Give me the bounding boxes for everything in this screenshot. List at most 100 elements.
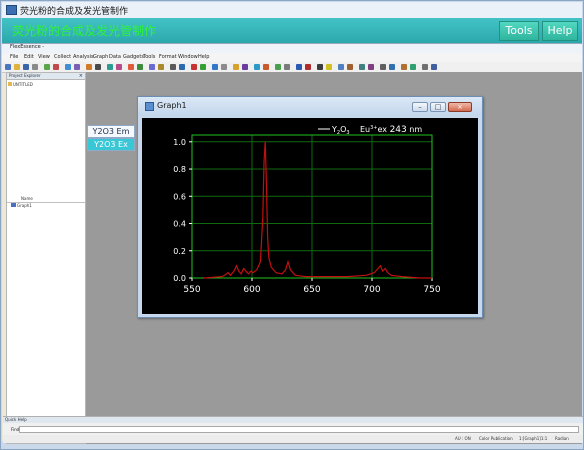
report-icon[interactable] (401, 64, 407, 70)
menu-tools[interactable]: Tools (143, 54, 155, 60)
maximize-icon[interactable]: □ (430, 102, 446, 112)
y2o3-em-button[interactable]: Y2O3 Em (87, 125, 135, 138)
y-tick-label-1: 0.2 (173, 247, 186, 256)
status-angle: Radian (555, 436, 569, 441)
series-line-0 (203, 141, 432, 279)
help-button[interactable]: Help (542, 21, 578, 41)
export-icon[interactable] (53, 64, 59, 70)
list-header-name[interactable]: Name (21, 196, 33, 201)
import-icon[interactable] (44, 64, 50, 70)
color-icon[interactable] (191, 64, 197, 70)
explorer-root-folder[interactable]: UNTITLED (13, 82, 33, 87)
data-reader-icon[interactable] (107, 64, 113, 70)
line-tool-icon[interactable] (149, 64, 155, 70)
menu-edit[interactable]: Edit (24, 54, 34, 60)
menu-analysis[interactable]: Analysis (73, 54, 94, 60)
x-tick-label-4: 750 (423, 285, 440, 295)
fill-icon[interactable] (200, 64, 206, 70)
x-tick-label-3: 700 (363, 285, 380, 295)
highlight-icon[interactable] (326, 64, 332, 70)
menu-graph[interactable]: Graph (93, 54, 108, 60)
arrow-tool-icon[interactable] (158, 64, 164, 70)
open-icon[interactable] (14, 64, 20, 70)
top-banner: 荧光粉的合成及发光管制作 Tools Help (2, 18, 582, 43)
status-bar: AU : ON Color Publication 1:[Graph1]1:1 … (3, 435, 583, 443)
y-tick-label-5: 1.0 (173, 138, 186, 147)
menu-data[interactable]: Data (109, 54, 121, 60)
group-icon[interactable] (233, 64, 239, 70)
baseline-icon[interactable] (359, 64, 365, 70)
legend-series: Y2O3 (331, 125, 350, 136)
pointer-icon[interactable] (317, 64, 323, 70)
zoom-icon[interactable] (95, 64, 101, 70)
peak-icon[interactable] (347, 64, 353, 70)
quick-help-header: Quick Help (3, 417, 583, 423)
y2o3-ex-button[interactable]: Y2O3 Ex (87, 138, 135, 151)
outer-window-title: 荧光粉的合成及发光管制作 (20, 7, 129, 17)
menu-window[interactable]: Window (178, 54, 198, 60)
explorer-title: Project Explorer (9, 73, 41, 78)
find-field[interactable] (19, 426, 579, 433)
folder-icon (8, 82, 12, 86)
explorer-header: Project Explorer × (7, 73, 85, 80)
y-tick-label-0: 0.0 (173, 274, 186, 283)
quick-help-panel: Quick Help Find: AU : ON Color Publicati… (3, 416, 583, 443)
smooth-icon[interactable] (368, 64, 374, 70)
y-tick-label-3: 0.6 (173, 192, 186, 201)
graph-window: Graph1 – □ × 550 600 650 700 750 0.0 0.2 0.4 0.6… (137, 96, 483, 318)
graph-canvas[interactable]: 550 600 650 700 750 0.0 0.2 0.4 0.6 0.8 1.0 Y2O3 E… (142, 118, 478, 314)
x-tick-label-1: 600 (243, 285, 260, 295)
menubar: File Edit View Collect Analysis Graph Da… (2, 53, 582, 62)
legend-icon[interactable] (263, 64, 269, 70)
save-icon[interactable] (23, 64, 29, 70)
fit-icon[interactable] (338, 64, 344, 70)
menu-view[interactable]: View (38, 54, 50, 60)
refresh-icon[interactable] (86, 64, 92, 70)
outer-window: 荧光粉的合成及发光管制作 荧光粉的合成及发光管制作 Tools Help Fle… (0, 0, 584, 450)
menu-gadgets[interactable]: Gadgets (123, 54, 144, 60)
menu-collect[interactable]: Collect (54, 54, 71, 60)
axis-icon[interactable] (275, 64, 281, 70)
tools-button[interactable]: Tools (499, 21, 539, 41)
close-window-icon[interactable]: × (448, 102, 472, 112)
ungroup-icon[interactable] (242, 64, 248, 70)
new-icon[interactable] (5, 64, 11, 70)
screen-reader-icon[interactable] (296, 64, 302, 70)
y-tick-label-2: 0.4 (173, 220, 186, 229)
window-icon[interactable] (431, 64, 437, 70)
pan-icon[interactable] (284, 64, 290, 70)
list-item-graph1[interactable]: Graph1 (17, 203, 32, 208)
script-icon[interactable] (410, 64, 416, 70)
text-tool-icon[interactable] (137, 64, 143, 70)
app-icon (6, 5, 17, 15)
ellipse-tool-icon[interactable] (179, 64, 185, 70)
status-color: Color Publication (479, 436, 513, 441)
rect-tool-icon[interactable] (170, 64, 176, 70)
x-tick-label-0: 550 (183, 285, 200, 295)
print-icon[interactable] (32, 64, 38, 70)
menu-format[interactable]: Format (159, 54, 177, 60)
outer-titlebar: 荧光粉的合成及发光管制作 (2, 2, 582, 18)
rescale-icon[interactable] (254, 64, 260, 70)
worksheet-icon[interactable] (74, 64, 80, 70)
graph-titlebar[interactable]: Graph1 – □ × (138, 97, 482, 116)
layer-icon[interactable] (212, 64, 218, 70)
project-explorer: Project Explorer × UNTITLED Name Graph1 (6, 72, 86, 444)
align-icon[interactable] (221, 64, 227, 70)
draw-icon[interactable] (128, 64, 134, 70)
menu-help[interactable]: Help (198, 54, 209, 60)
marker-icon[interactable] (305, 64, 311, 70)
spectrum-chart: 550 600 650 700 750 0.0 0.2 0.4 0.6 0.8 1.0 Y2O3 E… (173, 125, 441, 295)
graph-icon[interactable] (65, 64, 71, 70)
menu-file[interactable]: File (10, 54, 18, 60)
app-titlebar: FlexEssence - (2, 44, 582, 53)
graph-item-icon (11, 203, 16, 207)
properties-icon[interactable] (380, 64, 386, 70)
graph-window-icon (145, 102, 154, 111)
options-icon[interactable] (422, 64, 428, 70)
minimize-icon[interactable]: – (412, 102, 428, 112)
close-icon[interactable]: × (79, 73, 83, 79)
graph-window-title: Graph1 (157, 101, 187, 110)
layout-icon[interactable] (389, 64, 395, 70)
mask-icon[interactable] (116, 64, 122, 70)
